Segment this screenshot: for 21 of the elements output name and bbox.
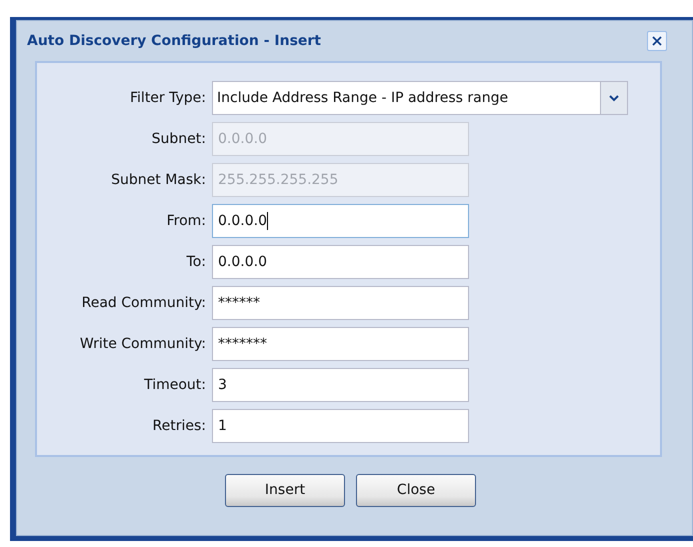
dialog-title: Auto Discovery Configuration - Insert: [27, 32, 321, 50]
field-label: Write Community:: [78, 334, 207, 354]
input-field[interactable]: 0.0.0.0: [212, 204, 469, 238]
input-field[interactable]: ******: [212, 286, 469, 320]
input-field[interactable]: 1: [212, 409, 469, 443]
dialog-button[interactable]: Insert: [225, 474, 345, 507]
close-icon[interactable]: [647, 31, 667, 51]
field-label: Filter Type:: [129, 88, 207, 108]
field-label: Timeout:: [143, 376, 207, 394]
field-label: Read Community:: [80, 294, 207, 312]
dialog-button[interactable]: Close: [356, 474, 476, 507]
field-label: To:: [186, 252, 207, 272]
filter-type-dropdown[interactable]: Include Address Range - IP address range: [212, 81, 628, 115]
field-label: Subnet:: [150, 130, 207, 148]
input-field[interactable]: 3: [212, 368, 469, 402]
field-label: From:: [166, 212, 207, 230]
field-label: Retries:: [152, 416, 207, 436]
input-field[interactable]: *******: [212, 327, 469, 361]
caret-icon: [600, 82, 627, 114]
field-label: Subnet Mask:: [110, 170, 207, 190]
input-field[interactable]: 0.0.0.0: [212, 245, 469, 279]
